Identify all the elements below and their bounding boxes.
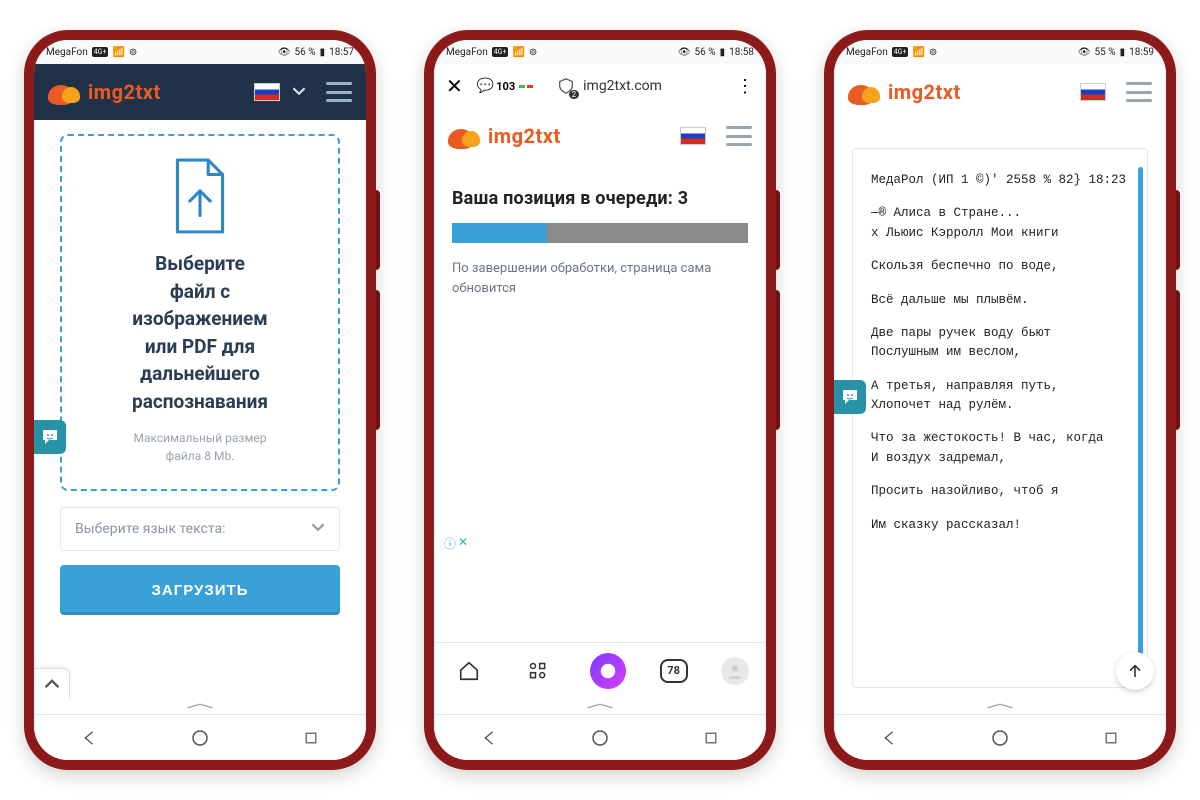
expand-up-button[interactable]	[34, 668, 70, 698]
profile-avatar[interactable]	[721, 657, 749, 685]
carrier-label: MegaFon	[446, 47, 488, 58]
battery-pct: 55 %	[1095, 47, 1116, 58]
logo[interactable]: img2txt	[848, 79, 961, 105]
recent-button[interactable]	[699, 726, 723, 750]
flag-ru-icon[interactable]	[680, 127, 706, 145]
flag-ru-icon[interactable]	[1080, 83, 1106, 101]
browser-toolbar: ✕ 💬 103 2 img2txt.com ⋮	[434, 64, 766, 108]
carrier-label: MegaFon	[46, 47, 88, 58]
back-button[interactable]	[877, 726, 901, 750]
battery-pct: 56 %	[695, 47, 716, 58]
logo[interactable]: img2txt	[48, 79, 161, 105]
flag-ru-icon[interactable]	[254, 83, 280, 101]
logo-text: img2txt	[888, 80, 961, 104]
ad-close-icon[interactable]: ⓘ✕	[444, 535, 468, 552]
chat-widget-tab[interactable]	[34, 420, 66, 454]
progress-fill	[452, 223, 547, 243]
menu-button[interactable]	[326, 82, 352, 102]
status-bar: MegaFon 4G+ 📶 ⊚ 👁 55 % ▮ 18:59	[834, 40, 1166, 64]
menu-button[interactable]	[1126, 82, 1152, 102]
close-icon[interactable]: ✕	[446, 74, 463, 98]
browser-bottom-bar: 78	[434, 642, 766, 698]
app-header: img2txt	[434, 108, 766, 164]
expand-handle[interactable]	[434, 698, 766, 714]
status-bar: MegaFon 4G+ 📶 ⊚ 👁 56 % ▮ 18:57	[34, 40, 366, 64]
carrier-label: MegaFon	[846, 47, 888, 58]
home-button[interactable]	[188, 726, 212, 750]
shield-icon: 2	[557, 77, 575, 95]
signal-icon: 📶	[112, 47, 124, 58]
browser-services-icon[interactable]	[520, 653, 556, 689]
status-bar: MegaFon 4G+ 📶 ⊚ 👁 56 % ▮ 18:58	[434, 40, 766, 64]
recent-button[interactable]	[299, 726, 323, 750]
system-nav	[834, 714, 1166, 760]
logo[interactable]: img2txt	[448, 123, 561, 149]
recent-button[interactable]	[1099, 726, 1123, 750]
clock: 18:58	[729, 47, 754, 58]
net-badge: 4G+	[492, 47, 509, 57]
menu-button[interactable]	[726, 126, 752, 146]
back-button[interactable]	[477, 726, 501, 750]
net-badge: 4G+	[92, 47, 109, 57]
logo-icon	[48, 79, 82, 105]
address-bar[interactable]: 2 img2txt.com	[547, 71, 722, 101]
scrollbar[interactable]	[1138, 167, 1143, 669]
system-nav	[34, 714, 366, 760]
battery-icon: ▮	[720, 47, 726, 58]
home-button[interactable]	[588, 726, 612, 750]
hotspot-icon: ⊚	[529, 47, 537, 58]
battery-icon: ▮	[1120, 47, 1126, 58]
back-button[interactable]	[77, 726, 101, 750]
app-header: img2txt	[34, 64, 366, 120]
address-text: img2txt.com	[583, 78, 662, 94]
eye-icon: 👁	[1078, 47, 1091, 58]
chat-widget-tab[interactable]	[834, 380, 866, 414]
hotspot-icon: ⊚	[129, 47, 137, 58]
logo-text: img2txt	[488, 124, 561, 148]
language-placeholder: Выберите язык текста:	[75, 521, 226, 537]
net-badge: 4G+	[892, 47, 909, 57]
logo-icon	[848, 79, 882, 105]
signal-icon: 📶	[912, 47, 924, 58]
expand-handle[interactable]	[834, 698, 1166, 714]
logo-icon	[448, 123, 482, 149]
logo-text: img2txt	[88, 80, 161, 104]
upload-title: Выберите файл с изображением или PDF для…	[132, 250, 268, 415]
result-area: МедаРол (ИП 1 ©)' 2558 % 82} 18:23 —® Ал…	[834, 120, 1166, 698]
queue-note: По завершении обработки, страница сама о…	[452, 259, 748, 298]
queue-area: Ваша позиция в очереди: 3 По завершении …	[434, 164, 766, 642]
tab-count[interactable]: 78	[660, 659, 688, 683]
scroll-top-button[interactable]	[1116, 652, 1154, 690]
upload-card[interactable]: Выберите файл с изображением или PDF для…	[60, 134, 340, 491]
eye-icon: 👁	[678, 47, 691, 58]
app-header: img2txt	[834, 64, 1166, 120]
file-upload-icon	[169, 158, 231, 236]
ocr-result-text[interactable]: МедаРол (ИП 1 ©)' 2558 % 82} 18:23 —® Ал…	[852, 148, 1148, 688]
battery-icon: ▮	[320, 47, 326, 58]
signal-icon: 📶	[512, 47, 524, 58]
clock: 18:59	[1129, 47, 1154, 58]
system-nav	[434, 714, 766, 760]
eye-icon: 👁	[278, 47, 291, 58]
browser-home-icon[interactable]	[451, 653, 487, 689]
progress-bar	[452, 223, 748, 243]
messages-button[interactable]: 💬 103	[477, 78, 515, 94]
upload-area: Выберите файл с изображением или PDF для…	[34, 120, 366, 698]
queue-title: Ваша позиция в очереди: 3	[452, 188, 748, 209]
chevron-down-icon	[311, 520, 325, 538]
upload-button[interactable]: ЗАГРУЗИТЬ	[60, 565, 340, 615]
expand-handle[interactable]	[34, 698, 366, 714]
hotspot-icon: ⊚	[929, 47, 937, 58]
browser-alice-icon[interactable]	[590, 653, 626, 689]
chevron-down-icon[interactable]	[292, 83, 306, 102]
language-select[interactable]: Выберите язык текста:	[60, 507, 340, 551]
clock: 18:57	[329, 47, 354, 58]
battery-pct: 56 %	[295, 47, 316, 58]
more-icon[interactable]: ⋮	[736, 76, 754, 97]
home-button[interactable]	[988, 726, 1012, 750]
upload-note: Максимальный размер файла 8 Mb.	[134, 429, 267, 465]
